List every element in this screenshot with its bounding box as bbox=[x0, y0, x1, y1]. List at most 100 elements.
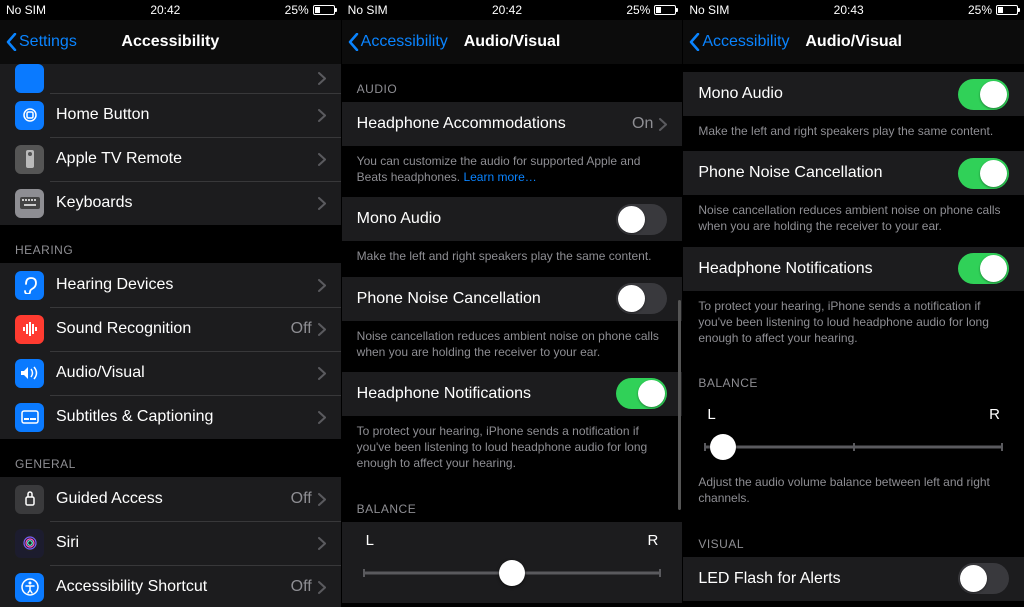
section-header-balance: BALANCE bbox=[342, 484, 683, 522]
row-label: Phone Noise Cancellation bbox=[357, 290, 617, 308]
balance-slider[interactable] bbox=[364, 559, 661, 587]
chevron-right-icon bbox=[318, 323, 326, 336]
nav-title: Audio/Visual bbox=[464, 33, 561, 51]
row-headphone-notifications[interactable]: Headphone Notifications bbox=[683, 247, 1024, 291]
status-carrier: No SIM bbox=[689, 3, 729, 17]
row-detail: Off bbox=[291, 578, 312, 596]
chevron-right-icon bbox=[318, 153, 326, 166]
section-header-general: GENERAL bbox=[0, 439, 341, 477]
status-time: 20:42 bbox=[150, 3, 180, 17]
section-header-audio: AUDIO bbox=[342, 64, 683, 102]
row-subtitles-captioning[interactable]: Subtitles & Captioning bbox=[0, 395, 341, 439]
footer-balance: Adjust the audio volume balance between … bbox=[683, 467, 1024, 518]
footer-mono-audio: Make the left and right speakers play th… bbox=[342, 241, 683, 276]
row-headphone-accommodations[interactable]: Headphone Accommodations On bbox=[342, 102, 683, 146]
balance-left-label: L bbox=[366, 532, 374, 549]
footer-headphone-accommodations: You can customize the audio for supporte… bbox=[342, 146, 683, 197]
toggle-headphone-notifications[interactable] bbox=[958, 253, 1009, 284]
chevron-right-icon bbox=[318, 537, 326, 550]
status-carrier: No SIM bbox=[6, 3, 46, 17]
back-button[interactable]: Settings bbox=[6, 33, 77, 51]
toggle-headphone-notifications[interactable] bbox=[616, 378, 667, 409]
row-partial-top[interactable] bbox=[0, 64, 341, 93]
balance-left-label: L bbox=[707, 406, 715, 423]
row-hearing-devices[interactable]: Hearing Devices bbox=[0, 263, 341, 307]
screen-accessibility-root: No SIM 20:42 25% Settings Accessibility … bbox=[0, 0, 342, 607]
row-led-flash-for-alerts[interactable]: LED Flash for Alerts bbox=[683, 557, 1024, 601]
row-headphone-notifications[interactable]: Headphone Notifications bbox=[342, 372, 683, 416]
row-label: Sound Recognition bbox=[56, 320, 291, 338]
row-phone-noise-cancellation[interactable]: Phone Noise Cancellation bbox=[342, 277, 683, 321]
scroll-indicator[interactable] bbox=[678, 300, 681, 510]
chevron-right-icon bbox=[318, 411, 326, 424]
row-audio-visual[interactable]: Audio/Visual bbox=[0, 351, 341, 395]
row-label: Headphone Notifications bbox=[357, 385, 617, 403]
footer-mono-audio: Make the left and right speakers play th… bbox=[683, 116, 1024, 151]
row-detail: Off bbox=[291, 490, 312, 508]
row-phone-noise-cancellation[interactable]: Phone Noise Cancellation bbox=[683, 151, 1024, 195]
toggle-phone-noise-cancellation[interactable] bbox=[958, 158, 1009, 189]
row-sound-recognition[interactable]: Sound Recognition Off bbox=[0, 307, 341, 351]
balance-slider[interactable] bbox=[705, 433, 1002, 461]
row-detail: On bbox=[632, 115, 653, 133]
row-label: Apple TV Remote bbox=[56, 150, 318, 168]
row-mono-audio[interactable]: Mono Audio bbox=[342, 197, 683, 241]
chevron-right-icon bbox=[659, 118, 667, 131]
audio-visual-icon bbox=[15, 359, 44, 388]
back-button[interactable]: Accessibility bbox=[348, 33, 448, 51]
accessibility-shortcut-icon bbox=[15, 573, 44, 602]
row-label: Headphone Accommodations bbox=[357, 115, 632, 133]
row-label: Hearing Devices bbox=[56, 276, 318, 294]
section-header-balance: BALANCE bbox=[683, 358, 1024, 396]
row-label: Phone Noise Cancellation bbox=[698, 164, 958, 182]
chevron-right-icon bbox=[318, 279, 326, 292]
subtitles-icon bbox=[15, 403, 44, 432]
status-bar: No SIM 20:42 25% bbox=[342, 0, 683, 20]
siri-icon bbox=[15, 529, 44, 558]
keyboards-icon bbox=[15, 189, 44, 218]
screen-audio-visual-top: No SIM 20:42 25% Accessibility Audio/Vis… bbox=[342, 0, 684, 607]
balance-right-label: R bbox=[989, 406, 1000, 423]
toggle-phone-noise-cancellation[interactable] bbox=[616, 283, 667, 314]
learn-more-link[interactable]: Learn more… bbox=[463, 170, 536, 184]
toggle-led-flash-for-alerts[interactable] bbox=[958, 563, 1009, 594]
status-time: 20:42 bbox=[492, 3, 522, 17]
nav-title: Accessibility bbox=[121, 33, 219, 51]
row-guided-access[interactable]: Guided Access Off bbox=[0, 477, 341, 521]
row-label: LED Flash for Alerts bbox=[698, 570, 958, 588]
row-label: Keyboards bbox=[56, 194, 318, 212]
chevron-right-icon bbox=[318, 109, 326, 122]
row-apple-tv-remote[interactable]: Apple TV Remote bbox=[0, 137, 341, 181]
status-battery-pct: 25% bbox=[968, 3, 992, 17]
guided-access-icon bbox=[15, 485, 44, 514]
back-label: Settings bbox=[19, 33, 77, 51]
status-bar: No SIM 20:42 25% bbox=[0, 0, 341, 20]
row-keyboards[interactable]: Keyboards bbox=[0, 181, 341, 225]
footer-phone-noise-cancellation: Noise cancellation reduces ambient noise… bbox=[683, 195, 1024, 246]
chevron-right-icon bbox=[318, 367, 326, 380]
back-label: Accessibility bbox=[702, 33, 789, 51]
sound-recognition-icon bbox=[15, 315, 44, 344]
chevron-left-icon bbox=[348, 33, 359, 51]
row-accessibility-shortcut[interactable]: Accessibility Shortcut Off bbox=[0, 565, 341, 607]
apple-tv-remote-icon bbox=[15, 145, 44, 174]
row-home-button[interactable]: Home Button bbox=[0, 93, 341, 137]
status-carrier: No SIM bbox=[348, 3, 388, 17]
section-header-visual: VISUAL bbox=[683, 519, 1024, 557]
nav-title: Audio/Visual bbox=[805, 33, 902, 51]
status-battery-pct: 25% bbox=[285, 3, 309, 17]
section-header-hearing: HEARING bbox=[0, 225, 341, 263]
row-label: Headphone Notifications bbox=[698, 260, 958, 278]
row-label: Accessibility Shortcut bbox=[56, 578, 291, 596]
toggle-mono-audio[interactable] bbox=[616, 204, 667, 235]
toggle-mono-audio[interactable] bbox=[958, 79, 1009, 110]
switch-control-icon bbox=[15, 64, 44, 93]
row-label: Mono Audio bbox=[698, 85, 958, 103]
chevron-right-icon bbox=[318, 493, 326, 506]
balance-slider-thumb[interactable] bbox=[710, 434, 736, 460]
back-button[interactable]: Accessibility bbox=[689, 33, 789, 51]
balance-slider-thumb[interactable] bbox=[499, 560, 525, 586]
chevron-left-icon bbox=[6, 33, 17, 51]
row-mono-audio[interactable]: Mono Audio bbox=[683, 72, 1024, 116]
row-siri[interactable]: Siri bbox=[0, 521, 341, 565]
